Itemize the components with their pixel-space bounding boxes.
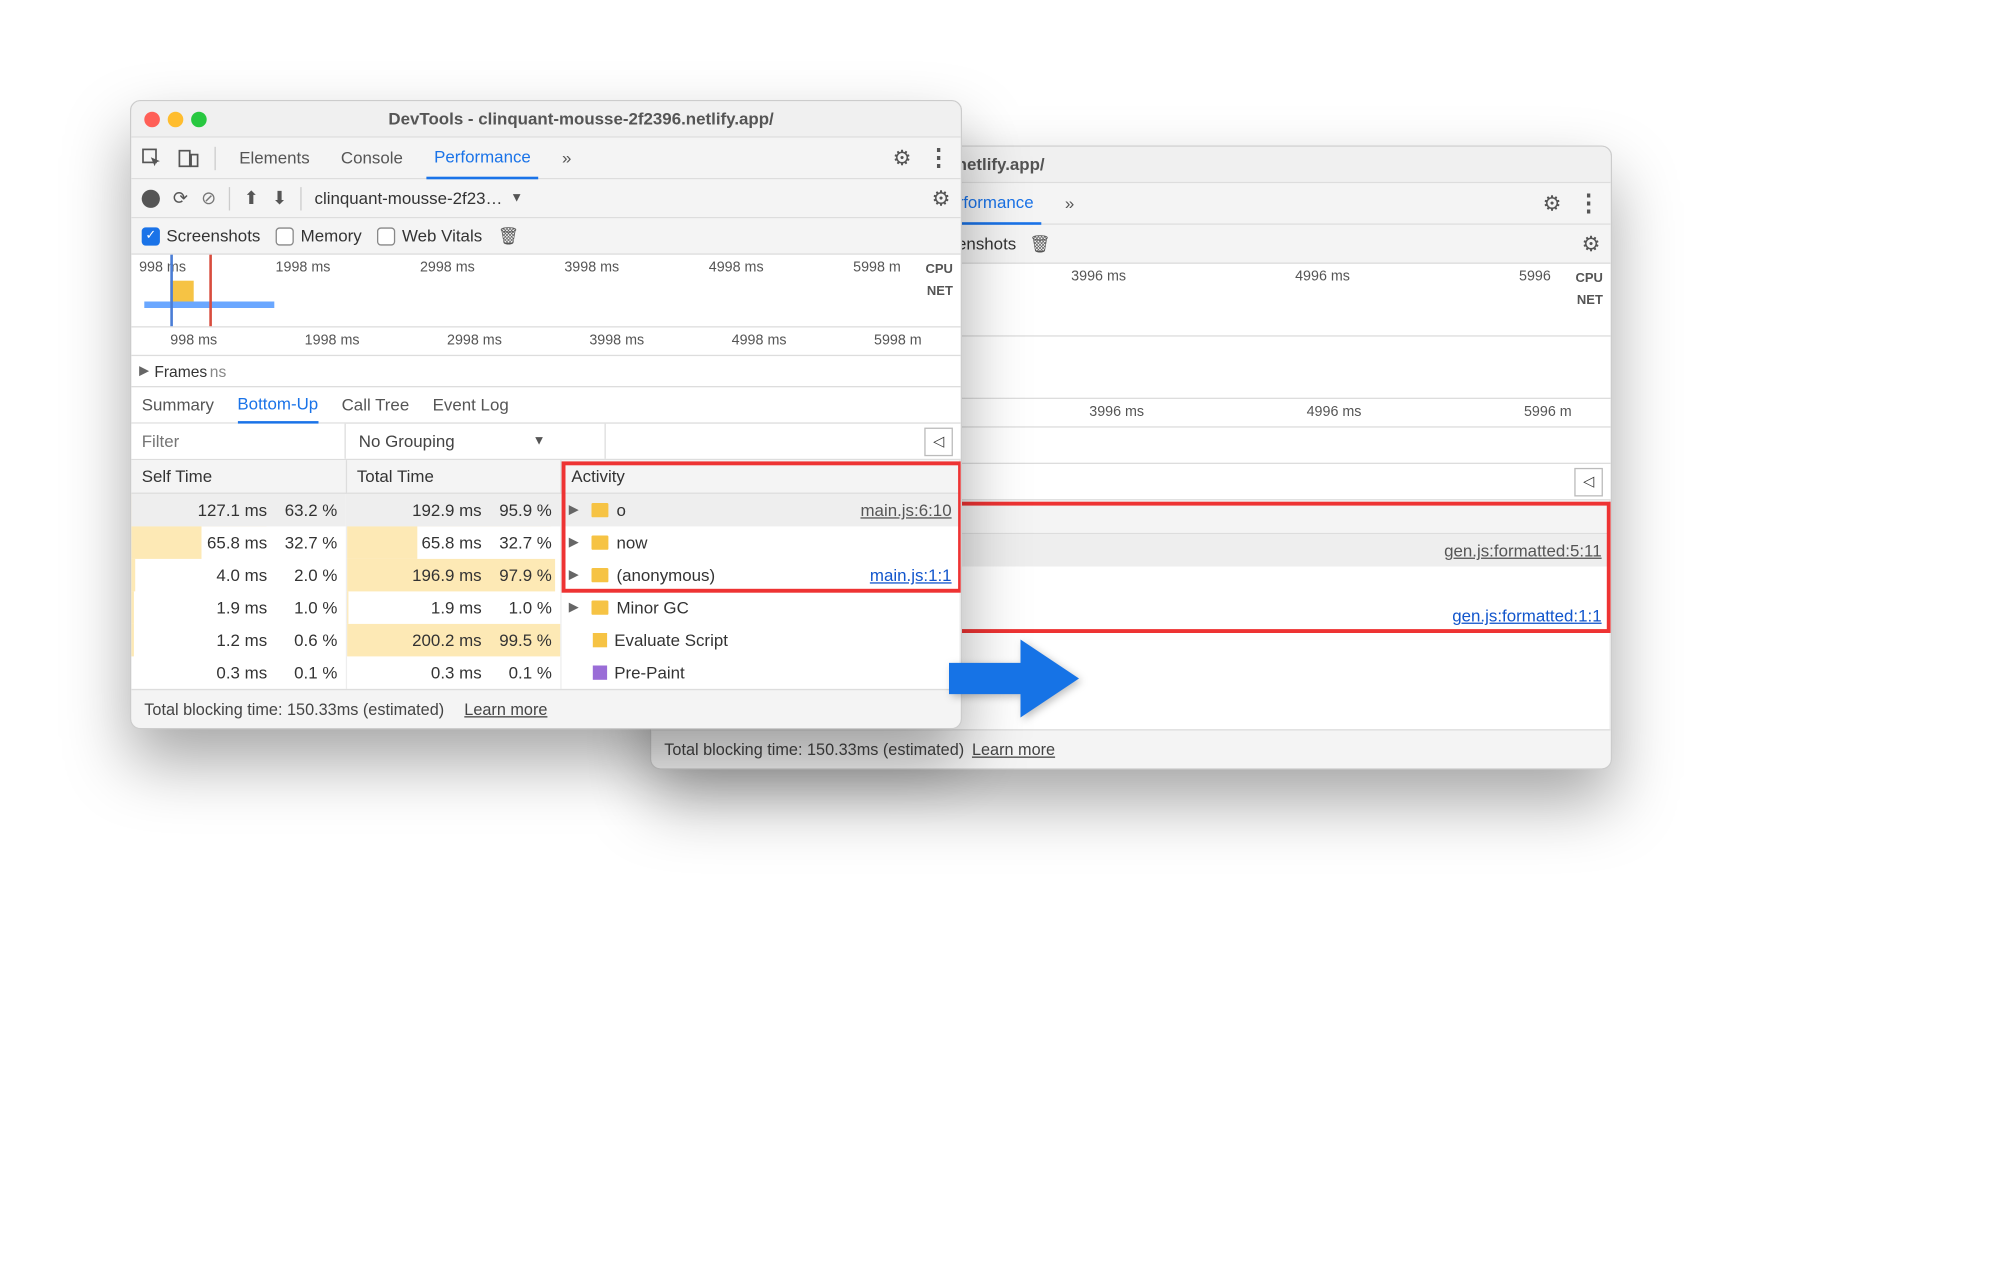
tick: 3996 ms (1071, 269, 1126, 330)
tabs-overflow[interactable]: » (1057, 183, 1082, 225)
activity-name: (anonymous) (616, 565, 715, 585)
folder-icon (592, 601, 609, 615)
col-self[interactable]: Self Time (131, 460, 345, 493)
net-label: NET (1577, 294, 1603, 308)
category-icon (592, 666, 606, 680)
activity-name: Evaluate Script (614, 630, 728, 650)
inspect-icon[interactable] (142, 147, 163, 168)
kebab-icon[interactable]: ⋮ (1577, 193, 1600, 214)
arrow-annotation (949, 640, 1079, 722)
url-selector[interactable]: clinquant-mousse-2f23…▼ (315, 188, 524, 208)
trash-icon[interactable]: 🗑 (498, 225, 519, 246)
subtab-eventlog[interactable]: Event Log (433, 387, 509, 423)
titlebar[interactable]: DevTools - clinquant-mousse-2f2396.netli… (131, 101, 960, 137)
source-link[interactable]: main.js:6:10 (860, 500, 951, 520)
detail-tabs: Summary Bottom-Up Call Tree Event Log (131, 387, 960, 423)
tick: 1998 ms (276, 260, 331, 321)
source-link[interactable]: main.js:1:1 (870, 565, 952, 585)
tick: 3998 ms (564, 260, 619, 321)
upload-icon[interactable]: ⬆ (244, 187, 259, 209)
tick: 5998 m (853, 260, 901, 321)
subtab-calltree[interactable]: Call Tree (342, 387, 410, 423)
folder-icon (592, 536, 609, 550)
cpu-label: CPU (925, 263, 952, 277)
checkbox-webvitals[interactable]: Web Vitals (377, 226, 482, 245)
filter-bar: No Grouping▼ ◁ (131, 424, 960, 460)
timeline-overview[interactable]: 998 ms 1998 ms 2998 ms 3998 ms 4998 ms 5… (131, 255, 960, 328)
activity-name: Minor GC (616, 598, 688, 617)
filter-input[interactable] (131, 424, 345, 459)
trash-icon[interactable]: 🗑 (1029, 233, 1050, 254)
record-icon[interactable] (142, 189, 160, 207)
checkbox-screenshots[interactable]: ✓Screenshots (142, 226, 261, 245)
expand-icon[interactable]: ▶ (569, 503, 579, 517)
grouping-select[interactable]: No Grouping▼ (346, 424, 606, 459)
clear-icon[interactable]: ⊘ (201, 187, 216, 209)
table-row[interactable]: 1.2 ms0.6 %200.2 ms99.5 %Evaluate Script (131, 624, 960, 657)
frames-label: Frames (154, 362, 207, 380)
expand-icon[interactable]: ▶ (569, 568, 579, 582)
close-icon[interactable] (144, 111, 160, 127)
learn-more-link[interactable]: Learn more (464, 700, 547, 718)
bottom-up-table: Self Time Total Time Activity 127.1 ms63… (131, 460, 960, 689)
tabs-overflow[interactable]: » (554, 137, 579, 179)
kebab-icon[interactable]: ⋮ (927, 147, 950, 168)
footer: Total blocking time: 150.33ms (estimated… (651, 729, 1610, 768)
devtools-window-front: DevTools - clinquant-mousse-2f2396.netli… (130, 100, 962, 729)
tick: 5996 (1519, 269, 1551, 330)
source-link[interactable]: gen.js:formatted:5:11 (1444, 541, 1602, 561)
gear-icon[interactable]: ⚙ (1582, 231, 1601, 257)
tick: 2998 ms (420, 260, 475, 321)
step-prev-icon[interactable]: ◁ (1574, 467, 1603, 496)
expand-icon[interactable]: ▶ (139, 364, 149, 378)
tab-performance[interactable]: Performance (426, 137, 538, 179)
folder-icon (592, 568, 609, 582)
reload-icon[interactable]: ⟳ (173, 187, 188, 209)
subtab-bottomup[interactable]: Bottom-Up (237, 387, 318, 423)
table-row[interactable]: 4.0 ms2.0 %196.9 ms97.9 %▶(anonymous)mai… (131, 559, 960, 592)
category-icon (592, 633, 606, 647)
main-toolbar: Elements Console Performance » ⚙ ⋮ (131, 138, 960, 180)
download-icon[interactable]: ⬇ (272, 187, 287, 209)
gear-icon[interactable]: ⚙ (893, 145, 912, 171)
frames-row[interactable]: ▶ Frames ns (131, 356, 960, 387)
expand-icon[interactable]: ▶ (569, 536, 579, 550)
zoom-icon[interactable] (191, 111, 207, 127)
step-prev-icon[interactable]: ◁ (924, 427, 953, 456)
learn-more-link[interactable]: Learn more (972, 740, 1055, 758)
folder-icon (592, 503, 609, 517)
table-row[interactable]: 1.9 ms1.0 %1.9 ms1.0 %▶Minor GC (131, 591, 960, 623)
subtab-summary[interactable]: Summary (142, 387, 214, 423)
col-activity[interactable]: Activity (560, 460, 960, 493)
timeline-ruler[interactable]: 998 ms 1998 ms 2998 ms 3998 ms 4998 ms 5… (131, 328, 960, 357)
table-row[interactable]: 0.3 ms0.1 %0.3 ms0.1 %Pre-Paint (131, 656, 960, 689)
tick: 4998 ms (709, 260, 764, 321)
checkbox-memory[interactable]: Memory (276, 226, 362, 245)
activity-name: now (616, 533, 647, 553)
activity-name: o (616, 500, 625, 520)
gear-icon[interactable]: ⚙ (1543, 190, 1562, 216)
footer: Total blocking time: 150.33ms (estimated… (131, 689, 960, 728)
perf-toolbar: ⟳ ⊘ ⬆ ⬇ clinquant-mousse-2f23…▼ ⚙ (131, 179, 960, 218)
device-icon[interactable] (178, 147, 199, 168)
net-label: NET (927, 285, 953, 299)
expand-icon[interactable]: ▶ (569, 601, 579, 615)
window-title: DevTools - clinquant-mousse-2f2396.netli… (215, 109, 948, 129)
tab-elements[interactable]: Elements (231, 137, 317, 179)
tab-console[interactable]: Console (333, 137, 411, 179)
activity-name: Pre-Paint (614, 663, 684, 683)
table-row[interactable]: 127.1 ms63.2 %192.9 ms95.9 %▶omain.js:6:… (131, 493, 960, 526)
cpu-label: CPU (1575, 272, 1602, 286)
col-total[interactable]: Total Time (346, 460, 561, 493)
gear-icon[interactable]: ⚙ (932, 185, 951, 211)
table-row[interactable]: 65.8 ms32.7 %65.8 ms32.7 %▶now (131, 526, 960, 559)
source-link[interactable]: gen.js:formatted:1:1 (1452, 606, 1601, 626)
options-bar: ✓Screenshots Memory Web Vitals 🗑 (131, 218, 960, 254)
minimize-icon[interactable] (168, 111, 184, 127)
tick: 4996 ms (1295, 269, 1350, 330)
